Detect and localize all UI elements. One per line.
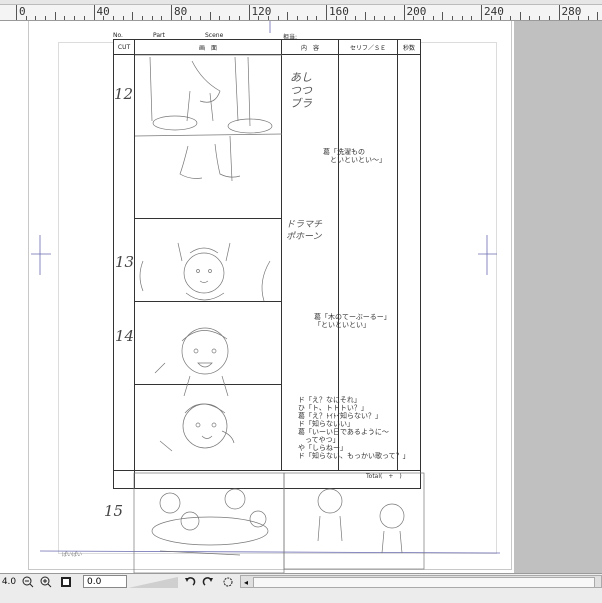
ruler-minor-tick bbox=[597, 12, 599, 20]
ruler-minor-tick bbox=[296, 16, 298, 20]
ruler-minor-tick bbox=[539, 16, 541, 20]
sketch-cut15 bbox=[133, 472, 425, 573]
ruler-minor-tick bbox=[442, 12, 444, 20]
sketch-cut14b bbox=[159, 403, 235, 452]
ruler-minor-tick bbox=[200, 16, 202, 20]
rotate-angle-input[interactable]: 0.0 bbox=[83, 575, 127, 588]
rotate-right-icon[interactable] bbox=[200, 574, 216, 589]
ruler-minor-tick bbox=[422, 16, 424, 20]
ruler-minor-tick bbox=[219, 16, 221, 20]
ruler-minor-tick bbox=[277, 16, 279, 20]
ruler-minor-tick bbox=[393, 16, 395, 20]
sketch-cut13 bbox=[139, 242, 271, 302]
sketch-cut12 bbox=[134, 54, 283, 182]
ruler-minor-tick bbox=[141, 16, 143, 20]
canvas-area[interactable]: No. Part Scene 担当: CUT 画 面 内 容 セリフ／ＳＥ 秒数… bbox=[0, 21, 514, 573]
rotate-slider[interactable] bbox=[128, 574, 178, 589]
ruler-major-tick bbox=[481, 5, 482, 20]
ruler-minor-tick bbox=[577, 16, 579, 20]
status-bar: 4.0 0.0 ◂ bbox=[0, 573, 602, 603]
ruler-minor-tick bbox=[374, 16, 376, 20]
ruler-minor-tick bbox=[180, 16, 182, 20]
ruler-minor-tick bbox=[83, 16, 85, 20]
ruler-minor-tick bbox=[519, 12, 521, 20]
ruler-minor-tick bbox=[335, 16, 337, 20]
ruler-minor-tick bbox=[490, 16, 492, 20]
ruler-minor-tick bbox=[258, 16, 260, 20]
ruler-major-tick bbox=[326, 5, 327, 20]
ruler-minor-tick bbox=[345, 16, 347, 20]
ruler-minor-tick bbox=[306, 16, 308, 20]
ruler-minor-tick bbox=[161, 16, 163, 20]
ruler-major-tick bbox=[403, 5, 405, 20]
ruler-label: 0 bbox=[19, 5, 26, 18]
top-ruler: 0 40 80 120 160 200 240 280 bbox=[0, 0, 602, 21]
reset-rotation-icon[interactable] bbox=[220, 574, 236, 589]
ruler-minor-tick bbox=[287, 12, 289, 20]
ruler-minor-tick bbox=[355, 16, 357, 20]
ruler-minor-tick bbox=[103, 16, 105, 20]
ruler-minor-tick bbox=[364, 12, 366, 20]
ruler-major-tick bbox=[16, 5, 17, 20]
ruler-minor-tick bbox=[122, 16, 124, 20]
ruler-minor-tick bbox=[64, 16, 66, 20]
ruler-minor-tick bbox=[461, 16, 463, 20]
ruler-minor-tick bbox=[238, 16, 240, 20]
sketch-cut14 bbox=[154, 327, 229, 397]
fit-screen-icon[interactable] bbox=[58, 574, 74, 589]
workspace-right bbox=[514, 21, 602, 573]
ruler-major-tick bbox=[171, 5, 172, 20]
ruler-minor-tick bbox=[568, 16, 570, 20]
ruler-minor-tick bbox=[45, 16, 47, 20]
ruler-minor-tick bbox=[413, 16, 415, 20]
ruler-minor-tick bbox=[209, 12, 211, 20]
ruler-minor-tick bbox=[190, 16, 192, 20]
ruler-minor-tick bbox=[151, 16, 153, 20]
ruler-minor-tick bbox=[54, 12, 56, 20]
ruler-major-tick bbox=[558, 5, 560, 20]
rotate-left-icon[interactable] bbox=[182, 574, 198, 589]
ruler-minor-tick bbox=[35, 16, 37, 20]
ruler-minor-tick bbox=[587, 16, 589, 20]
sketch-layer bbox=[31, 21, 501, 573]
zoom-value: 4.0 bbox=[1, 576, 17, 587]
ruler-minor-tick bbox=[510, 16, 512, 20]
ruler-minor-tick bbox=[316, 16, 318, 20]
ruler-major-tick bbox=[93, 5, 95, 20]
ruler-minor-tick bbox=[451, 16, 453, 20]
ruler-minor-tick bbox=[112, 16, 114, 20]
ruler-minor-tick bbox=[529, 16, 531, 20]
ruler-minor-tick bbox=[500, 16, 502, 20]
ruler-minor-tick bbox=[25, 16, 27, 20]
zoom-in-icon[interactable] bbox=[38, 574, 54, 589]
ruler-minor-tick bbox=[267, 16, 269, 20]
scroll-left-icon[interactable]: ◂ bbox=[241, 575, 251, 590]
scroll-thumb[interactable] bbox=[253, 577, 595, 588]
ruler-strip bbox=[0, 0, 602, 5]
ruler-minor-tick bbox=[432, 16, 434, 20]
ruler-minor-tick bbox=[229, 16, 231, 20]
ruler-minor-tick bbox=[384, 16, 386, 20]
ruler-major-tick bbox=[248, 5, 250, 20]
ruler-minor-tick bbox=[74, 16, 76, 20]
ruler-minor-tick bbox=[132, 12, 134, 20]
zoom-out-icon[interactable] bbox=[20, 574, 36, 589]
ruler-minor-tick bbox=[548, 16, 550, 20]
horizontal-scrollbar[interactable]: ◂ bbox=[240, 575, 602, 588]
ruler-minor-tick bbox=[471, 16, 473, 20]
